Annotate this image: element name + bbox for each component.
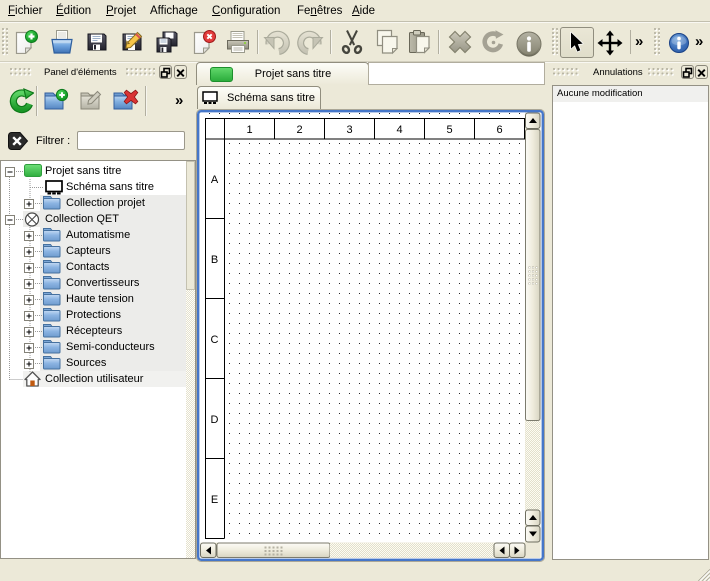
- svg-text:C: C: [211, 334, 219, 346]
- svg-text:D: D: [211, 414, 219, 426]
- svg-text:B: B: [211, 254, 218, 266]
- svg-text:6: 6: [496, 124, 502, 136]
- svg-text:A: A: [211, 174, 219, 186]
- svg-text:3: 3: [346, 124, 352, 136]
- svg-text:1: 1: [246, 124, 252, 136]
- svg-text:2: 2: [296, 124, 302, 136]
- svg-text:E: E: [211, 494, 218, 506]
- svg-text:4: 4: [396, 124, 402, 136]
- svg-text:5: 5: [446, 124, 452, 136]
